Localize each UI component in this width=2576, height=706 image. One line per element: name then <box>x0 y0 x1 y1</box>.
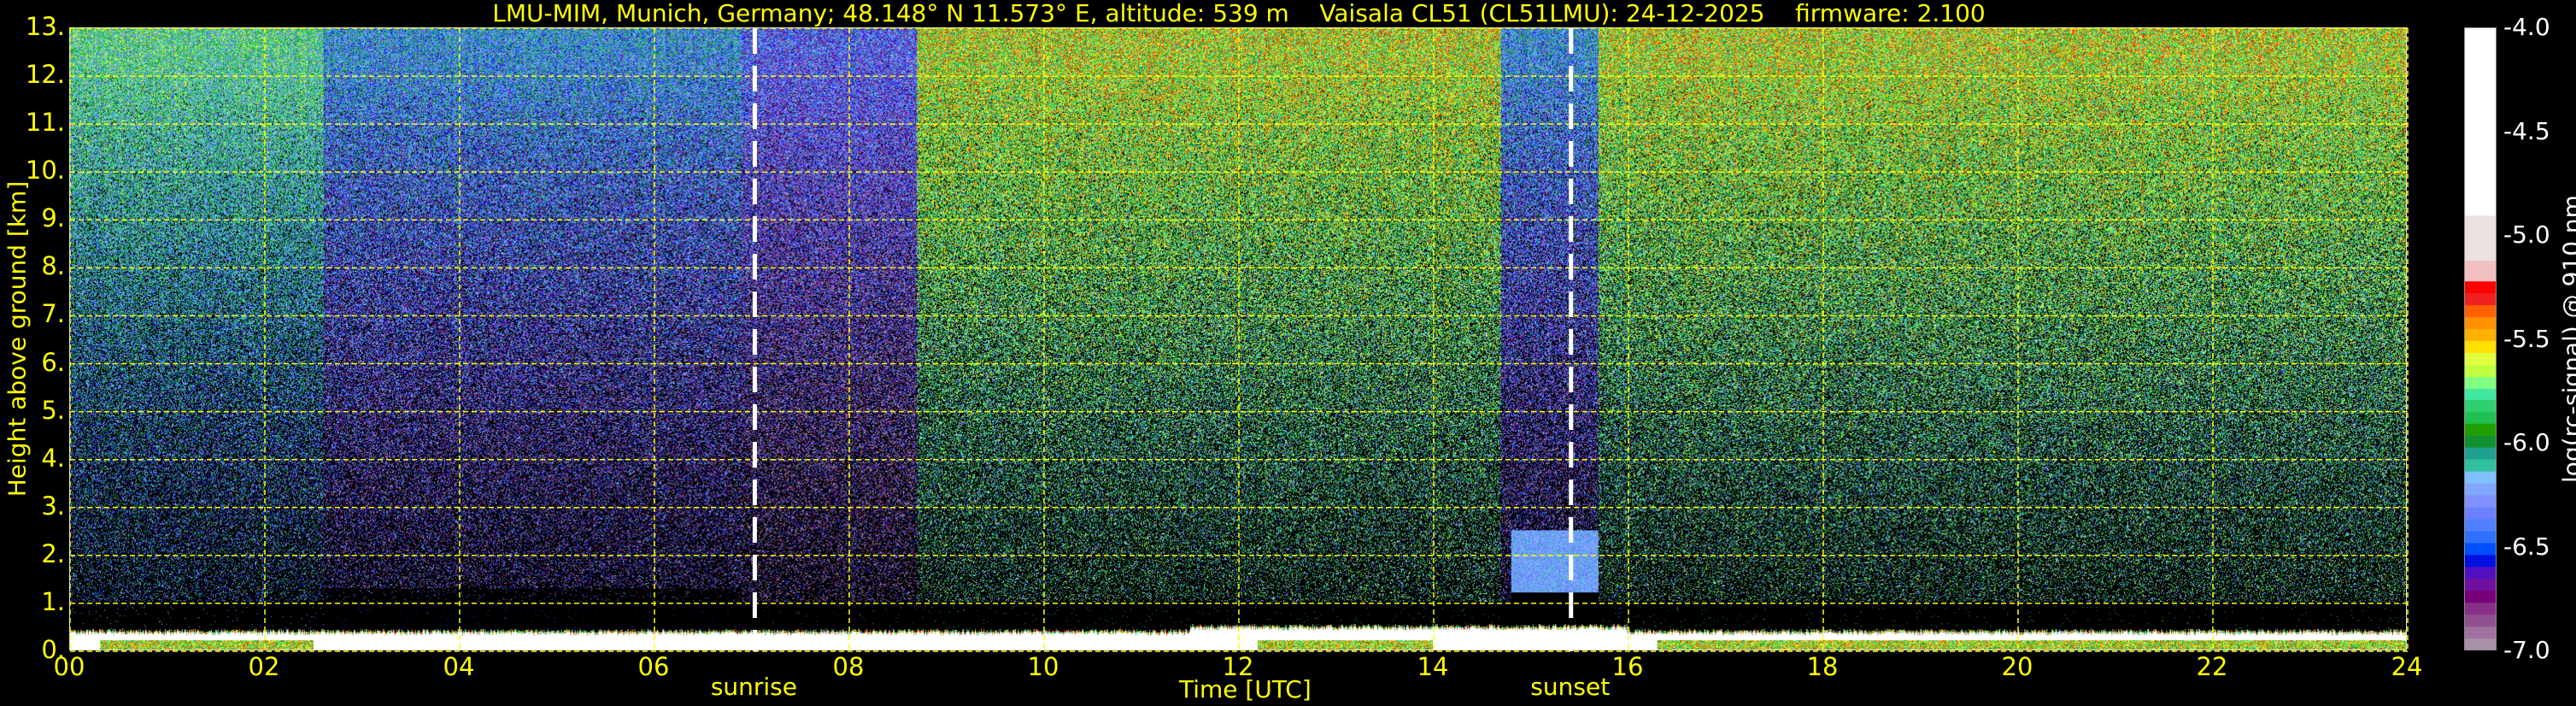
x-tick-label: 00 <box>53 652 85 681</box>
plot-area <box>69 27 2409 652</box>
grid-overlay <box>69 27 2409 652</box>
colorbar-tick-label: -7.0 <box>2503 636 2550 664</box>
x-tick-label: 06 <box>637 652 670 681</box>
y-axis-label: Height above ground [km] <box>3 180 32 497</box>
x-tick-label: 22 <box>2196 652 2228 681</box>
x-tick-label: 16 <box>1611 652 1644 681</box>
colorbar-tick-label: -6.5 <box>2503 532 2550 561</box>
x-tick-label: 10 <box>1027 652 1059 681</box>
x-axis-label: Time [UTC] <box>1179 675 1311 703</box>
colorbar-tick-label: -6.0 <box>2503 428 2550 456</box>
colorbar-tick-label: -5.0 <box>2503 221 2550 249</box>
y-tick-label: 12. <box>25 60 65 90</box>
chart-title: LMU-MIM, Munich, Germany; 48.148° N 11.5… <box>492 0 1986 27</box>
y-tick-label: 11. <box>25 108 65 138</box>
x-tick-label: 24 <box>2391 652 2423 681</box>
x-tick-label: 14 <box>1417 652 1449 681</box>
sunrise-label: sunrise <box>710 673 797 701</box>
y-tick-label: 13. <box>25 12 65 41</box>
y-tick-label: 1. <box>41 586 65 616</box>
x-tick-label: 08 <box>832 652 865 681</box>
y-tick-label: 2. <box>41 538 65 568</box>
x-tick-label: 02 <box>248 652 280 681</box>
colorbar-tick-label: -4.5 <box>2503 116 2550 145</box>
x-tick-label: 18 <box>1806 652 1839 681</box>
colorbar-label: log(rc-signal) @ 910 nm <box>2557 195 2576 483</box>
colorbar <box>2464 27 2497 650</box>
colorbar-tick-label: -5.5 <box>2503 324 2550 353</box>
x-tick-label: 20 <box>2001 652 2033 681</box>
colorbar-tick-label: -4.0 <box>2503 13 2550 41</box>
x-tick-label: 04 <box>443 652 475 681</box>
sunset-label: sunset <box>1530 673 1611 701</box>
